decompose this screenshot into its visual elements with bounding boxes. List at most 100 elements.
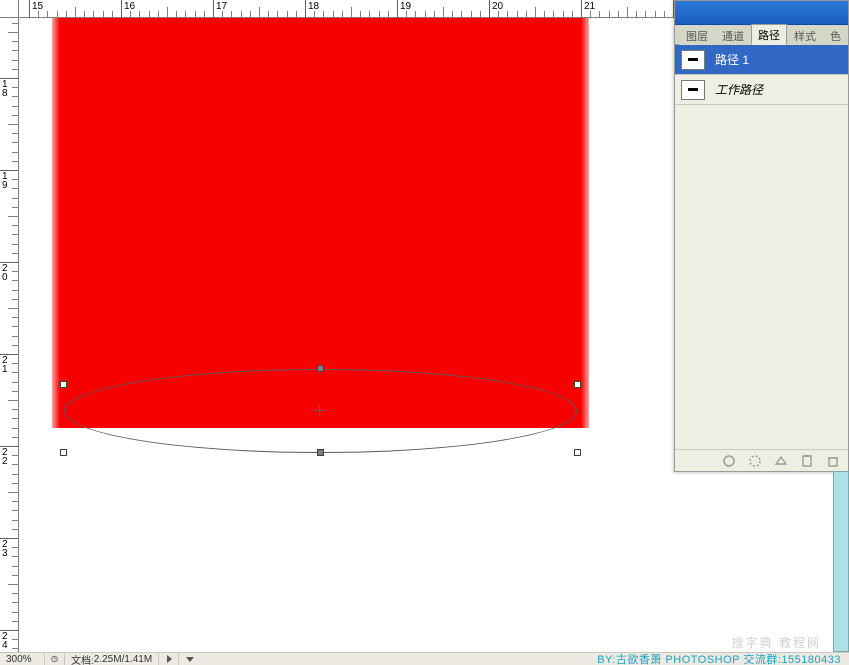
ruler-tick-minor	[12, 345, 18, 346]
ruler-tick-minor	[471, 11, 472, 17]
zoom-level[interactable]: 300%	[0, 653, 45, 665]
docked-panel-strip[interactable]	[833, 471, 849, 652]
ruler-tick-minor	[12, 510, 18, 511]
ruler-tick-minor	[12, 271, 18, 272]
fill-path-icon[interactable]	[722, 454, 736, 468]
ruler-tick-minor	[664, 11, 665, 17]
transform-handle-br[interactable]	[574, 449, 581, 456]
status-preview-icon[interactable]	[45, 653, 65, 665]
ruler-tick-minor	[12, 529, 18, 530]
tab-layers[interactable]: 图层	[679, 25, 715, 45]
ruler-tick-minor	[535, 7, 536, 17]
ruler-tick-minor	[231, 11, 232, 17]
tab-styles[interactable]: 样式	[787, 25, 823, 45]
ruler-tick-minor	[250, 11, 251, 17]
ruler-tick-minor	[12, 198, 18, 199]
ruler-tick-minor	[12, 115, 18, 116]
new-path-icon[interactable]	[800, 454, 814, 468]
path-row[interactable]: 工作路径	[675, 75, 848, 105]
load-selection-icon[interactable]	[774, 454, 788, 468]
path-thumbnail	[681, 50, 705, 70]
path-name[interactable]: 路径 1	[715, 51, 749, 68]
ruler-tick-minor	[443, 7, 444, 17]
transform-handle-bm[interactable]	[317, 449, 324, 456]
ruler-tick-minor	[655, 11, 656, 17]
ruler-tick-minor	[12, 437, 18, 438]
ruler-tick-minor	[93, 11, 94, 17]
panel-titlebar[interactable]	[675, 1, 848, 25]
ruler-tick-minor	[38, 11, 39, 17]
status-menu-button[interactable]	[159, 653, 179, 665]
ruler-tick-minor	[12, 363, 18, 364]
ruler-tick-minor	[130, 11, 131, 17]
status-dropdown-button[interactable]	[179, 653, 199, 665]
ruler-tick-minor	[66, 11, 67, 17]
ruler-tick-minor	[204, 11, 205, 17]
ruler-tick-minor	[517, 11, 518, 17]
ruler-tick-minor	[323, 11, 324, 17]
path-row[interactable]: 路径 1	[675, 45, 848, 75]
ruler-tick-minor	[12, 639, 18, 640]
ruler-tick-minor	[12, 418, 18, 419]
ruler-tick-minor	[544, 11, 545, 17]
ruler-tick-minor	[360, 11, 361, 17]
tab-channels[interactable]: 通道	[715, 25, 751, 45]
ruler-vertical[interactable]: 18192021222324	[0, 18, 19, 652]
ruler-tick	[581, 0, 582, 18]
ruler-tick-minor	[12, 612, 18, 613]
ruler-tick	[213, 0, 214, 18]
ruler-tick-minor	[12, 50, 18, 51]
ruler-tick-minor	[12, 336, 18, 337]
status-credit: BY:古欲香萧 PHOTOSHOP 交流群:155180433	[597, 651, 849, 665]
ruler-corner	[0, 0, 19, 18]
path-name[interactable]: 工作路径	[715, 81, 763, 98]
path-thumbnail	[681, 80, 705, 100]
ruler-tick-minor	[8, 400, 18, 401]
ruler-tick-minor	[12, 455, 18, 456]
red-shape-layer	[52, 18, 589, 428]
ruler-tick-minor	[287, 11, 288, 17]
ruler-label: 21	[2, 356, 12, 374]
ruler-tick-minor	[553, 11, 554, 17]
ruler-tick-minor	[12, 474, 18, 475]
ruler-tick	[121, 0, 122, 18]
ruler-tick-minor	[12, 428, 18, 429]
doc-size-value: 2.25M/1.41M	[94, 654, 152, 665]
ruler-tick-minor	[12, 317, 18, 318]
ruler-tick-minor	[12, 69, 18, 70]
ruler-tick-minor	[84, 11, 85, 17]
paths-panel[interactable]: 图层 通道 路径 样式 色 路径 1 工作路径	[674, 0, 849, 472]
ruler-label: 19	[2, 172, 12, 190]
ruler-tick-minor	[12, 547, 18, 548]
tab-color[interactable]: 色	[823, 25, 848, 45]
ruler-tick-minor	[12, 409, 18, 410]
ruler-tick-minor	[599, 11, 600, 17]
ruler-tick-minor	[12, 391, 18, 392]
watermark: 搜字典 教程网	[732, 634, 821, 651]
ruler-tick-minor	[12, 299, 18, 300]
ruler-tick-minor	[12, 464, 18, 465]
ruler-tick-minor	[480, 11, 481, 17]
ruler-tick-minor	[314, 11, 315, 17]
tab-paths[interactable]: 路径	[751, 24, 787, 45]
transform-handle-bl[interactable]	[60, 449, 67, 456]
ruler-tick-minor	[12, 60, 18, 61]
ruler-tick-minor	[406, 11, 407, 17]
ruler-tick-minor	[452, 11, 453, 17]
doc-size[interactable]: 文档: 2.25M/1.41M	[65, 653, 159, 665]
ruler-tick	[29, 0, 30, 18]
ruler-tick-minor	[12, 290, 18, 291]
ruler-tick-minor	[425, 11, 426, 17]
ruler-tick-minor	[12, 648, 18, 649]
ruler-tick-minor	[461, 11, 462, 17]
ruler-tick-minor	[369, 11, 370, 17]
ruler-tick-minor	[149, 11, 150, 17]
ruler-tick-minor	[12, 188, 18, 189]
arrow-down-icon	[186, 657, 194, 662]
ruler-tick-minor	[222, 11, 223, 17]
delete-path-icon[interactable]	[826, 454, 840, 468]
ruler-tick-minor	[12, 280, 18, 281]
ruler-tick-minor	[12, 244, 18, 245]
ruler-tick-minor	[498, 11, 499, 17]
stroke-path-icon[interactable]	[748, 454, 762, 468]
